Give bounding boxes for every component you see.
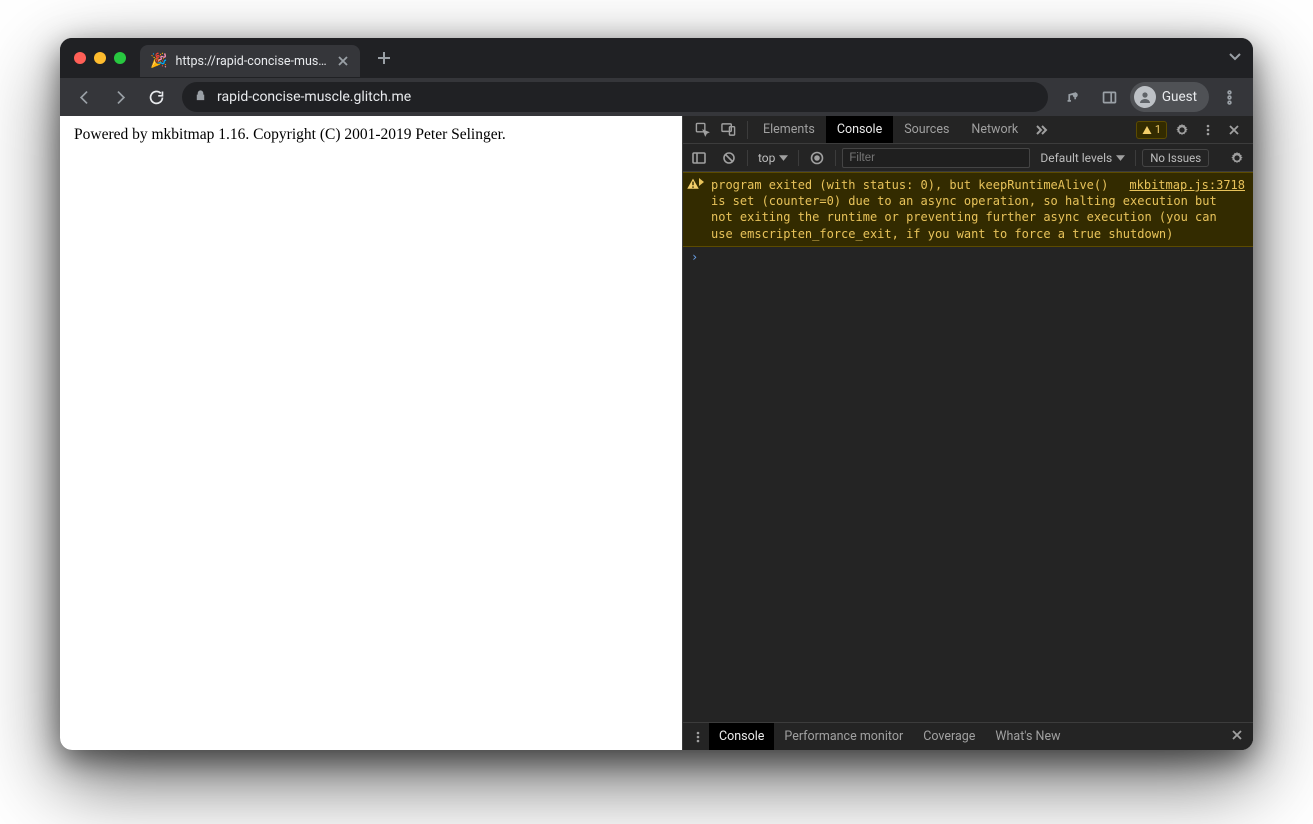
favicon-icon: 🎉: [150, 53, 167, 69]
browser-menu-button[interactable]: [1213, 81, 1245, 113]
profile-button[interactable]: Guest: [1130, 82, 1209, 112]
maximize-window-button[interactable]: [114, 52, 126, 64]
drawer-close-icon[interactable]: [1225, 729, 1249, 745]
clear-console-icon[interactable]: [717, 146, 741, 170]
close-window-button[interactable]: [74, 52, 86, 64]
address-bar[interactable]: rapid-concise-muscle.glitch.me: [182, 82, 1048, 112]
tab-elements[interactable]: Elements: [752, 116, 826, 143]
devtools-panel: Elements Console Sources Network 1: [682, 116, 1253, 750]
back-button[interactable]: [68, 81, 100, 113]
live-expression-icon[interactable]: [805, 146, 829, 170]
console-prompt[interactable]: ›: [683, 247, 1253, 267]
prompt-caret-icon: ›: [691, 250, 698, 264]
inspect-element-icon[interactable]: [689, 117, 715, 143]
console-toolbar: top Default levels No Issues: [683, 144, 1253, 172]
warning-icon: [687, 178, 699, 190]
log-levels-selector[interactable]: Default levels: [1036, 151, 1129, 165]
window-controls: [74, 52, 126, 64]
console-filter-input[interactable]: [842, 148, 1030, 168]
console-output[interactable]: mkbitmap.js:3718 program exited (with st…: [683, 172, 1253, 722]
devtools-drawer: Console Performance monitor Coverage Wha…: [683, 722, 1253, 750]
log-levels-label: Default levels: [1040, 151, 1112, 165]
lock-icon: [194, 89, 207, 106]
browser-window: 🎉 https://rapid-concise-muscle.g: [60, 38, 1253, 750]
tab-console[interactable]: Console: [826, 116, 893, 143]
drawer-menu-icon[interactable]: [687, 730, 709, 744]
device-toolbar-icon[interactable]: [715, 117, 741, 143]
side-panel-icon[interactable]: [1094, 81, 1126, 113]
context-selector[interactable]: top: [754, 151, 792, 165]
minimize-window-button[interactable]: [94, 52, 106, 64]
drawer-tab-performance-monitor[interactable]: Performance monitor: [774, 723, 913, 750]
warnings-badge[interactable]: 1: [1136, 121, 1167, 139]
issues-chip[interactable]: No Issues: [1142, 149, 1209, 167]
context-label: top: [758, 151, 775, 165]
page-body-text: Powered by mkbitmap 1.16. Copyright (C) …: [74, 126, 668, 144]
tab-title: https://rapid-concise-muscle.g: [175, 54, 328, 69]
close-tab-button[interactable]: [336, 54, 350, 68]
forward-button[interactable]: [104, 81, 136, 113]
devtools-tab-bar: Elements Console Sources Network 1: [683, 116, 1253, 144]
devtools-menu-icon[interactable]: [1195, 117, 1221, 143]
console-sidebar-toggle-icon[interactable]: [687, 146, 711, 170]
profile-label: Guest: [1162, 89, 1197, 105]
devtools-settings-icon[interactable]: [1169, 117, 1195, 143]
more-tabs-button[interactable]: [1029, 123, 1053, 137]
console-settings-icon[interactable]: [1225, 146, 1249, 170]
drawer-tab-whats-new[interactable]: What's New: [985, 723, 1070, 750]
warnings-count: 1: [1155, 123, 1161, 136]
drawer-tab-console[interactable]: Console: [709, 723, 774, 750]
avatar-icon: [1134, 86, 1156, 108]
tab-sources[interactable]: Sources: [893, 116, 960, 143]
devtools-close-icon[interactable]: [1221, 117, 1247, 143]
new-tab-button[interactable]: [370, 44, 398, 72]
drawer-tab-coverage[interactable]: Coverage: [913, 723, 985, 750]
tab-network[interactable]: Network: [960, 116, 1029, 143]
console-source-link[interactable]: mkbitmap.js:3718: [1119, 177, 1245, 193]
expand-caret-icon[interactable]: [699, 178, 704, 186]
page-viewport: Powered by mkbitmap 1.16. Copyright (C) …: [60, 116, 682, 750]
tab-search-button[interactable]: [1227, 48, 1243, 68]
content-area: Powered by mkbitmap 1.16. Copyright (C) …: [60, 116, 1253, 750]
url-text: rapid-concise-muscle.glitch.me: [217, 89, 411, 105]
browser-tab[interactable]: 🎉 https://rapid-concise-muscle.g: [140, 45, 360, 77]
browser-toolbar: rapid-concise-muscle.glitch.me Guest: [60, 78, 1253, 116]
tab-strip: 🎉 https://rapid-concise-muscle.g: [60, 38, 1253, 78]
console-warning-row[interactable]: mkbitmap.js:3718 program exited (with st…: [683, 172, 1253, 247]
media-control-icon[interactable]: [1058, 81, 1090, 113]
reload-button[interactable]: [140, 81, 172, 113]
